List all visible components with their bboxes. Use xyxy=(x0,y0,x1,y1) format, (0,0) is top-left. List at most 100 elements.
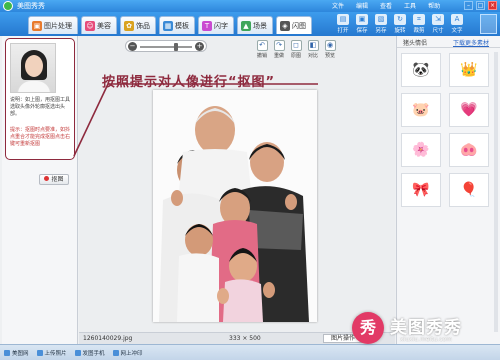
pig-tiara-sticker[interactable]: 🎀 xyxy=(401,173,441,207)
sticker-category-title: 猪头情侣 xyxy=(403,40,428,47)
title-bar: 美图秀秀 文件 编辑 查看 工具 帮助 – □ × xyxy=(0,0,500,12)
resize-icon: ⇲ xyxy=(432,14,444,25)
menu-help[interactable]: 帮助 xyxy=(428,1,440,10)
crop-icon: ⌗ xyxy=(413,14,425,25)
cutout-button[interactable]: 抠图 xyxy=(39,174,69,185)
watermark-url: xiuxiu.meitu.com xyxy=(400,336,453,343)
undo-button[interactable]: ↶ 撤销 xyxy=(255,40,269,59)
online-print-link[interactable]: 网上冲印 xyxy=(112,349,143,357)
pig-flower-sticker[interactable]: 🌸 xyxy=(401,133,441,167)
tab-label: 场景 xyxy=(253,21,267,30)
ornament-icon: ✿ xyxy=(124,20,134,31)
example-portrait xyxy=(10,43,56,93)
tab-beauty[interactable]: ☺ 美容 xyxy=(81,16,117,34)
tab-scene[interactable]: ▲ 场景 xyxy=(237,16,273,34)
toolbar: ▣ 图片处理 ☺ 美容 ✿ 饰品 ▦ 模板 T 闪字 ▲ 场景 ◈ 闪图 ▤ 打开 ▣ 保存 ▧ 另… xyxy=(0,12,500,36)
compare-icon: ◧ xyxy=(307,40,319,51)
save-as-button[interactable]: ▧ 另存 xyxy=(373,14,389,34)
resize-button[interactable]: ⇲ 尺寸 xyxy=(430,14,446,34)
rotate-button[interactable]: ↻ 旋转 xyxy=(392,14,408,34)
pig-balloon-sticker[interactable]: 🎈 xyxy=(449,173,489,207)
text-button[interactable]: A 文字 xyxy=(449,14,465,34)
help-box: 说明：如上图，用抠图工具选取头像外轮廓抠选出头部。 提示：抠图时点要准，如抖点重… xyxy=(5,38,75,160)
window-controls: – □ × xyxy=(464,1,497,10)
redo-icon: ↷ xyxy=(273,40,285,51)
save-button[interactable]: ▣ 保存 xyxy=(354,14,370,34)
upload-icon xyxy=(36,350,43,356)
flash-image-icon: ◈ xyxy=(280,20,290,31)
tab-label: 模板 xyxy=(175,21,189,30)
save-as-icon: ▧ xyxy=(375,14,387,25)
tab-flash-image[interactable]: ◈ 闪图 xyxy=(276,16,312,34)
pig-panda-sticker[interactable]: 🐼 xyxy=(401,53,441,87)
face-icon: ☺ xyxy=(85,20,95,31)
app-title: 美图秀秀 xyxy=(17,2,45,10)
menu-view[interactable]: 查看 xyxy=(380,1,392,10)
menu-tools[interactable]: 工具 xyxy=(404,1,416,10)
template-icon: ▦ xyxy=(163,20,173,31)
tab-flash-text[interactable]: T 闪字 xyxy=(198,16,234,34)
close-button[interactable]: × xyxy=(488,1,497,10)
rotate-icon: ↻ xyxy=(394,14,406,25)
help-description: 说明：如上图，用抠图工具选取头像外轮廓抠选出头部。 xyxy=(10,97,71,117)
save-icon: ▣ xyxy=(356,14,368,25)
menu-bar: 文件 编辑 查看 工具 帮助 xyxy=(332,1,440,10)
file-name: 1260140029.jpg xyxy=(83,335,133,342)
sticker-panel-header: 猪头情侣 下载更多素材 xyxy=(397,36,500,48)
tab-label: 饰品 xyxy=(136,21,150,30)
zoom-slider[interactable] xyxy=(140,46,192,48)
photo-icon: ▣ xyxy=(32,20,42,31)
text-icon: A xyxy=(451,14,463,25)
menu-edit[interactable]: 编辑 xyxy=(356,1,368,10)
redo-button[interactable]: ↷ 重做 xyxy=(272,40,286,59)
minimize-button[interactable]: – xyxy=(464,1,473,10)
undo-icon: ↶ xyxy=(256,40,268,51)
meitu-web-link[interactable]: 美图网 xyxy=(4,349,29,357)
send-to-phone-link[interactable]: 发图手机 xyxy=(74,349,105,357)
watermark-brand: 美图秀秀 xyxy=(390,318,462,338)
maximize-button[interactable]: □ xyxy=(476,1,485,10)
tab-label: 美容 xyxy=(97,21,111,30)
phone-icon xyxy=(74,350,81,356)
status-links: 美图网 上传照片 发图手机 网上冲印 xyxy=(4,349,143,357)
pig-crown-sticker[interactable]: 👑 xyxy=(449,53,489,87)
annotation-text: 按照提示对人像进行“抠图” xyxy=(102,75,276,90)
upload-photo-link[interactable]: 上传照片 xyxy=(36,349,67,357)
edit-tools: ↶ 撤销 ↷ 重做 ◻ 原图 ◧ 对比 ◉ 预览 xyxy=(255,40,337,59)
image-info-bar: 1260140029.jpg 333 × 500 图片操作 xyxy=(79,332,395,344)
tab-template[interactable]: ▦ 模板 xyxy=(159,16,195,34)
tab-label: 闪字 xyxy=(214,21,228,30)
family-photo[interactable] xyxy=(153,90,317,322)
pig-heart-sticker[interactable]: 💗 xyxy=(449,93,489,127)
tab-ornament[interactable]: ✿ 饰品 xyxy=(120,16,156,34)
crop-button[interactable]: ⌗ 裁剪 xyxy=(411,14,427,34)
tab-label: 图片处理 xyxy=(44,21,72,30)
extra-tool-button[interactable] xyxy=(480,14,497,34)
sticker-grid: 🐼 👑 🐷 💗 🌸 🐽 🎀 🎈 xyxy=(401,53,489,207)
pig-pink-sticker[interactable]: 🐽 xyxy=(449,133,489,167)
zoom-control: − + xyxy=(125,40,207,52)
print-icon xyxy=(112,350,119,356)
menu-file[interactable]: 文件 xyxy=(332,1,344,10)
preview-button[interactable]: ◉ 预览 xyxy=(323,40,337,59)
cutout-icon xyxy=(44,176,50,181)
preview-icon: ◉ xyxy=(324,40,336,51)
tab-label: 闪图 xyxy=(292,21,306,30)
zoom-out-button[interactable]: − xyxy=(128,42,137,51)
sticker-scrollbar[interactable] xyxy=(494,52,498,332)
app-logo-icon xyxy=(3,1,13,11)
tab-image-processing[interactable]: ▣ 图片处理 xyxy=(28,16,78,34)
original-button[interactable]: ◻ 原图 xyxy=(289,40,303,59)
compare-button[interactable]: ◧ 对比 xyxy=(306,40,320,59)
download-more-link[interactable]: 下载更多素材 xyxy=(453,38,489,47)
image-size: 333 × 500 xyxy=(229,335,261,342)
zoom-in-button[interactable]: + xyxy=(195,42,204,51)
flash-text-icon: T xyxy=(202,20,212,31)
scene-icon: ▲ xyxy=(241,20,251,31)
feature-tabs: ▣ 图片处理 ☺ 美容 ✿ 饰品 ▦ 模板 T 闪字 ▲ 场景 ◈ 闪图 xyxy=(28,16,312,34)
status-bar: 美图网 上传照片 发图手机 网上冲印 xyxy=(0,344,500,360)
open-button[interactable]: ▤ 打开 xyxy=(335,14,351,34)
pig-sticker[interactable]: 🐷 xyxy=(401,93,441,127)
meitu-logo-icon: 秀 xyxy=(352,312,384,344)
zoom-slider-handle[interactable] xyxy=(174,43,178,51)
